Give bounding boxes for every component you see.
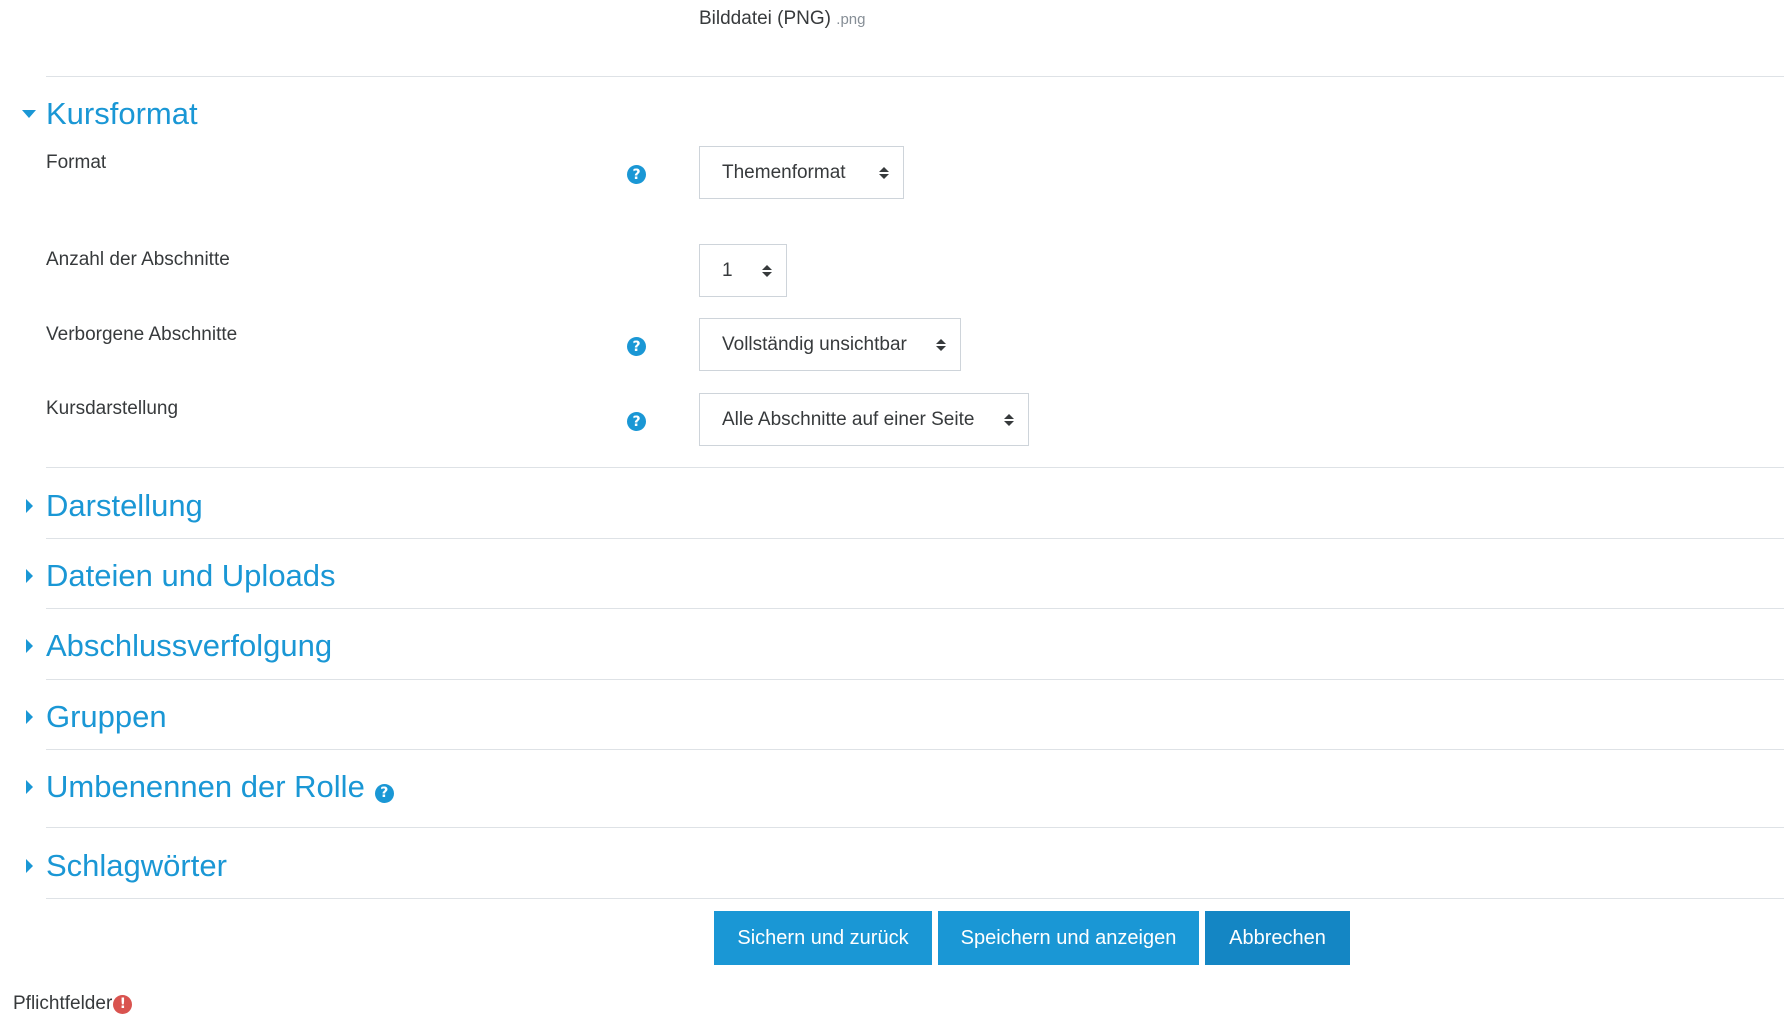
help-icon[interactable]: ? (627, 165, 646, 184)
sections-count-label: Anzahl der Abschnitte (46, 249, 230, 270)
help-icon[interactable]: ? (374, 783, 394, 803)
section-header-schlagwoerter[interactable]: Schlagwörter (12, 846, 227, 886)
save-and-display-button[interactable]: Speichern und anzeigen (938, 911, 1199, 965)
section-header-gruppen[interactable]: Gruppen (12, 697, 167, 737)
section-header-kursformat[interactable]: Kursformat (12, 94, 198, 134)
section-title: Kursformat (46, 96, 198, 131)
section-title: Dateien und Uploads (46, 558, 336, 593)
caret-right-icon (12, 639, 46, 653)
course-layout-label: Kursdarstellung (46, 398, 179, 419)
required-exclamation-icon: ! (113, 994, 133, 1014)
section-title: Gruppen (46, 699, 167, 734)
divider (46, 898, 1784, 899)
filetype-extension: .png (836, 11, 866, 28)
select-arrows-icon (740, 264, 772, 277)
required-fields-note: Pflichtfelder ! (13, 993, 133, 1015)
select-arrows-icon (857, 166, 889, 179)
divider (46, 749, 1784, 750)
divider (46, 827, 1784, 828)
divider (46, 538, 1784, 539)
accepted-filetype: Bilddatei (PNG) .png (699, 8, 865, 30)
cancel-button[interactable]: Abbrechen (1205, 911, 1350, 965)
caret-right-icon (12, 710, 46, 724)
hidden-sections-value: Vollständig unsichtbar (722, 333, 907, 355)
save-and-return-button[interactable]: Sichern und zurück (714, 911, 932, 965)
course-layout-select[interactable]: Alle Abschnitte auf einer Seite (699, 393, 1029, 446)
hidden-sections-label: Verborgene Abschnitte (46, 324, 238, 345)
section-header-umbenennen-rolle[interactable]: Umbenennen der Rolle ? (12, 767, 394, 807)
sections-count-select[interactable]: 1 (699, 244, 787, 297)
help-icon[interactable]: ? (627, 337, 646, 356)
divider (46, 679, 1784, 680)
caret-right-icon (12, 780, 46, 794)
section-title: Darstellung (46, 488, 203, 523)
caret-right-icon (12, 499, 46, 513)
sections-count-value: 1 (722, 259, 733, 281)
divider (46, 76, 1784, 77)
caret-down-icon (12, 110, 46, 118)
select-arrows-icon (982, 413, 1014, 426)
divider (46, 608, 1784, 609)
section-header-abschlussverfolgung[interactable]: Abschlussverfolgung (12, 626, 332, 666)
filetype-name: Bilddatei (PNG) (699, 8, 831, 29)
format-select-value: Themenformat (722, 161, 846, 183)
section-header-darstellung[interactable]: Darstellung (12, 486, 203, 526)
caret-right-icon (12, 569, 46, 583)
section-title: Abschlussverfolgung (46, 628, 333, 663)
hidden-sections-select[interactable]: Vollständig unsichtbar (699, 318, 961, 371)
section-title: Schlagwörter (46, 848, 227, 883)
section-header-dateien[interactable]: Dateien und Uploads (12, 556, 336, 596)
format-label: Format (46, 152, 107, 173)
help-icon[interactable]: ? (627, 412, 646, 431)
course-layout-value: Alle Abschnitte auf einer Seite (722, 408, 975, 430)
course-settings-form: Bilddatei (PNG) .png Kursformat Format ?… (0, 0, 1784, 1018)
format-select[interactable]: Themenformat (699, 146, 904, 199)
section-title: Umbenennen der Rolle (46, 769, 365, 804)
caret-right-icon (12, 859, 46, 873)
required-fields-label: Pflichtfelder (13, 993, 113, 1014)
divider (46, 467, 1784, 468)
select-arrows-icon (914, 338, 946, 351)
